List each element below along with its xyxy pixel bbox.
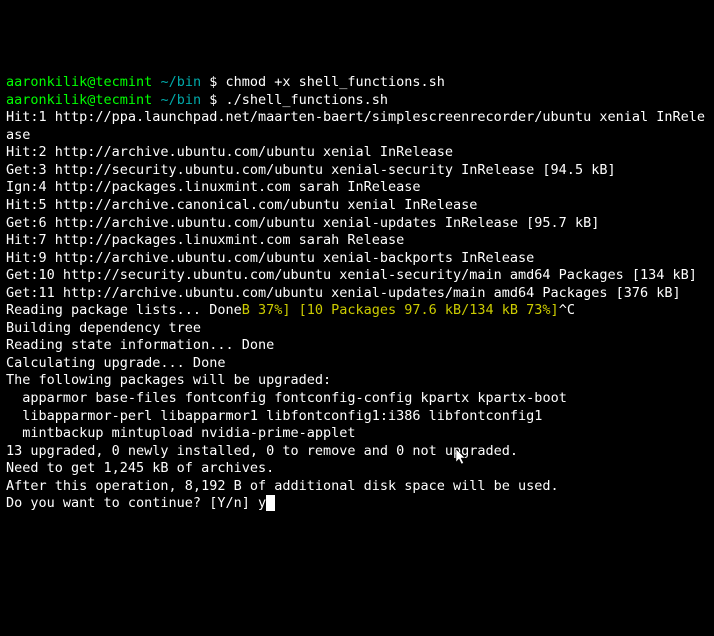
continue-prompt-line: Do you want to continue? [Y/n] y bbox=[6, 495, 275, 511]
output-line: The following packages will be upgraded: bbox=[6, 372, 331, 388]
output-line: Hit:1 http://ppa.launchpad.net/maarten-b… bbox=[6, 109, 705, 143]
output-line: Hit:2 http://archive.ubuntu.com/ubuntu x… bbox=[6, 144, 453, 160]
output-line: Building dependency tree bbox=[6, 320, 201, 336]
dollar: $ bbox=[201, 74, 225, 90]
output-line: Calculating upgrade... Done bbox=[6, 355, 225, 371]
output-line: Ign:4 http://packages.linuxmint.com sara… bbox=[6, 179, 421, 195]
text-cursor bbox=[266, 495, 275, 511]
path: bin bbox=[177, 74, 201, 90]
output-line: Hit:7 http://packages.linuxmint.com sara… bbox=[6, 232, 404, 248]
output-line: Get:3 http://security.ubuntu.com/ubuntu … bbox=[6, 162, 616, 178]
output-line: Reading state information... Done bbox=[6, 337, 274, 353]
output-line: Hit:5 http://archive.canonical.com/ubunt… bbox=[6, 197, 477, 213]
output-line: libapparmor-perl libapparmor1 libfontcon… bbox=[6, 408, 542, 424]
dollar: $ bbox=[201, 92, 225, 108]
tilde: ~/ bbox=[152, 74, 176, 90]
continue-input[interactable]: y bbox=[258, 495, 266, 511]
output-line: mintbackup mintupload nvidia-prime-apple… bbox=[6, 425, 356, 441]
output-line: After this operation, 8,192 B of additio… bbox=[6, 478, 559, 494]
output-line: apparmor base-files fontconfig fontconfi… bbox=[6, 390, 567, 406]
output-line: Need to get 1,245 kB of archives. bbox=[6, 460, 274, 476]
prompt-line-2: aaronkilik@tecmint ~/bin $ ./shell_funct… bbox=[6, 92, 388, 108]
command-2: ./shell_functions.sh bbox=[225, 92, 388, 108]
progress-text: B 37%] [10 Packages 97.6 kB/134 kB 73%] bbox=[242, 302, 559, 318]
output-line: Get:6 http://archive.ubuntu.com/ubuntu x… bbox=[6, 215, 599, 231]
path: bin bbox=[177, 92, 201, 108]
ctrl-c: ^C bbox=[559, 302, 575, 318]
prompt-line-1: aaronkilik@tecmint ~/bin $ chmod +x shel… bbox=[6, 74, 445, 90]
command-1: chmod +x shell_functions.sh bbox=[225, 74, 444, 90]
user-host: aaronkilik@tecmint bbox=[6, 92, 152, 108]
tilde: ~/ bbox=[152, 92, 176, 108]
reading-line: Reading package lists... DoneB 37%] [10 … bbox=[6, 302, 575, 318]
continue-prompt: Do you want to continue? [Y/n] bbox=[6, 495, 258, 511]
user-host: aaronkilik@tecmint bbox=[6, 74, 152, 90]
reading-prefix: Reading package lists... Done bbox=[6, 302, 242, 318]
output-line: 13 upgraded, 0 newly installed, 0 to rem… bbox=[6, 443, 518, 459]
output-line: Get:10 http://security.ubuntu.com/ubuntu… bbox=[6, 267, 697, 283]
output-line: Hit:9 http://archive.ubuntu.com/ubuntu x… bbox=[6, 250, 534, 266]
terminal[interactable]: aaronkilik@tecmint ~/bin $ chmod +x shel… bbox=[6, 74, 708, 513]
output-line: Get:11 http://archive.ubuntu.com/ubuntu … bbox=[6, 285, 681, 301]
